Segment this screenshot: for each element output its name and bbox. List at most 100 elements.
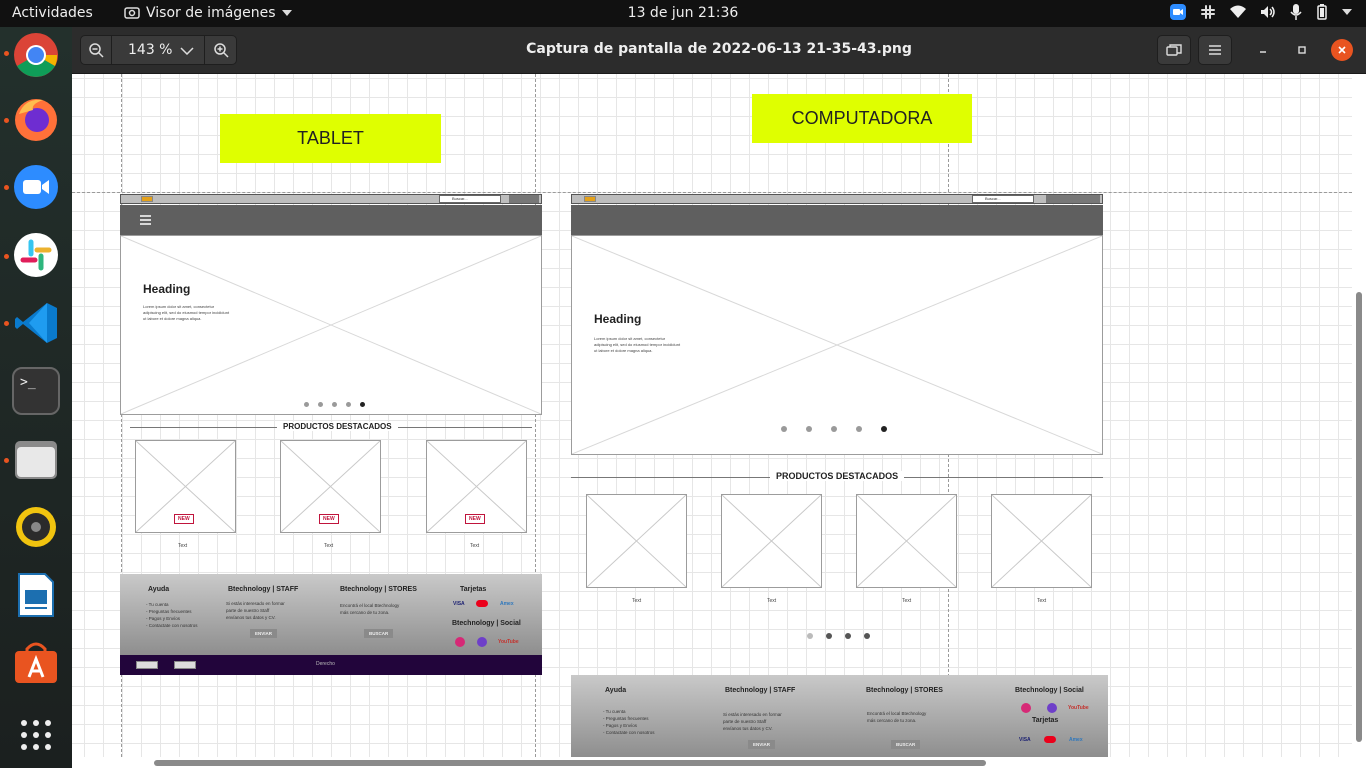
app-menu[interactable]: Visor de imágenes <box>124 5 292 21</box>
carousel-dot <box>332 402 337 407</box>
visa-icon: VISA <box>453 601 465 607</box>
placeholder-cross-icon <box>121 236 541 414</box>
footer-search-button: BUSCAR <box>364 629 394 638</box>
microphone-icon[interactable] <box>1290 4 1302 20</box>
vertical-scrollbar[interactable] <box>1352 74 1366 757</box>
facebook-icon <box>1047 703 1057 713</box>
grid-icon <box>21 720 51 750</box>
user-cart-icons <box>509 195 539 203</box>
new-badge: NEW <box>174 514 194 524</box>
horizontal-scrollbar[interactable] <box>72 757 1366 768</box>
tablet-carousel-dots <box>304 402 365 407</box>
app-menu-label: Visor de imágenes <box>146 5 276 21</box>
zoom-level: 143 % <box>128 42 173 58</box>
placeholder-cross-icon <box>992 495 1091 587</box>
carousel-dot <box>781 426 787 432</box>
image-viewer-window: 143 % Captura de pantalla de 2022-06-13 … <box>72 27 1366 768</box>
desktop-product-card <box>586 494 687 588</box>
hamburger-menu-icon <box>140 215 151 225</box>
placeholder-cross-icon <box>857 495 956 587</box>
footer-stores-text: Encontrá el local Btechnology más cercan… <box>867 711 927 723</box>
carousel-dot <box>806 426 812 432</box>
flag-selector <box>136 661 158 669</box>
carousel-dot <box>318 402 323 407</box>
footer-help-title: Ayuda <box>148 586 170 593</box>
desktop-product-card <box>991 494 1092 588</box>
battery-icon[interactable] <box>1316 4 1328 20</box>
close-button[interactable] <box>1331 39 1353 61</box>
document-icon <box>18 573 54 617</box>
youtube-icon: YouTube <box>498 639 519 645</box>
folder-icon <box>15 441 57 479</box>
zoom-level-dropdown[interactable]: 143 % <box>112 35 204 65</box>
vertical-scroll-thumb[interactable] <box>1356 292 1362 742</box>
footer-staff-title: Btechnology | STAFF <box>228 586 299 593</box>
system-tray[interactable] <box>1170 4 1352 20</box>
horizontal-scroll-thumb[interactable] <box>154 760 986 766</box>
product-text: Text <box>178 543 188 549</box>
zoom-tray-icon[interactable] <box>1170 4 1186 20</box>
footer-staff-text: Si estás interesado en formar parte de n… <box>723 712 782 731</box>
maximize-button[interactable] <box>1291 39 1313 61</box>
footer-stores-text: Encontrá el local Btechnology más cercan… <box>340 603 400 615</box>
header-bar: 143 % Captura de pantalla de 2022-06-13 … <box>72 27 1366 74</box>
slack-launcher[interactable] <box>12 231 60 279</box>
tablet-hero-placeholder: Heading Lorem ipsum dolor sit amet, cons… <box>120 235 542 415</box>
app-center-launcher[interactable] <box>12 639 60 687</box>
maximize-icon <box>1298 46 1306 54</box>
chevron-down-icon <box>180 47 194 55</box>
chevron-down-icon <box>281 10 292 16</box>
amex-icon: Amex <box>1069 737 1083 743</box>
tablet-product-card: NEW <box>280 440 381 533</box>
terminal-launcher[interactable]: >_ <box>12 367 60 415</box>
rhythmbox-launcher[interactable] <box>12 503 60 551</box>
zoom-launcher[interactable] <box>12 163 60 211</box>
footer-staff-text: Si estás interesado en formar parte de n… <box>226 601 285 620</box>
impress-launcher[interactable] <box>12 571 60 619</box>
tablet-subfooter: Derecho <box>120 655 542 675</box>
carousel-dot <box>346 402 351 407</box>
facebook-icon <box>477 637 487 647</box>
placeholder-cross-icon <box>587 495 686 587</box>
vscode-launcher[interactable] <box>12 299 60 347</box>
carousel-dot-active <box>360 402 365 407</box>
slack-tray-icon[interactable] <box>1200 4 1216 20</box>
carousel-dot <box>826 633 832 639</box>
image-viewer-icon <box>124 7 140 19</box>
zoom-in-button[interactable] <box>204 35 237 65</box>
footer-stores-title: Btechnology | STORES <box>866 687 943 694</box>
desktop-hero-heading: Heading <box>594 312 642 326</box>
clock[interactable]: 13 de jun 21:36 <box>628 5 739 21</box>
product-text: Text <box>767 598 777 604</box>
show-apps-button[interactable] <box>12 711 60 759</box>
system-menu-chevron-icon[interactable] <box>1342 9 1352 15</box>
mastercard-icon: MC <box>1044 736 1056 743</box>
main-menu-button[interactable] <box>1198 35 1232 65</box>
firefox-launcher[interactable] <box>12 95 60 143</box>
running-indicator <box>4 51 9 56</box>
flag-icon <box>584 196 596 202</box>
wifi-icon[interactable] <box>1230 5 1246 19</box>
subfooter-text: Derecho <box>316 661 335 667</box>
carousel-dot <box>856 426 862 432</box>
product-text: Text <box>632 598 642 604</box>
zoom-out-button[interactable] <box>80 35 112 65</box>
activities-button[interactable]: Actividades <box>12 5 93 21</box>
running-indicator <box>4 321 9 326</box>
shopping-bag-icon <box>15 642 57 683</box>
minimize-button[interactable] <box>1252 39 1274 61</box>
placeholder-cross-icon <box>722 495 821 587</box>
flag-icon <box>141 196 153 202</box>
visa-icon: VISA <box>1019 737 1031 743</box>
firefox-icon <box>15 99 57 141</box>
gallery-button[interactable] <box>1157 35 1191 65</box>
files-launcher[interactable] <box>12 435 60 483</box>
tablet-label: TABLET <box>220 114 441 163</box>
system-top-bar: Actividades Visor de imágenes 13 de jun … <box>0 0 1366 27</box>
footer-social-title: Btechnology | Social <box>452 620 521 627</box>
image-canvas[interactable]: TABLET COMPUTADORA Buscar... Heading Lor… <box>72 74 1352 757</box>
volume-icon[interactable] <box>1260 5 1276 19</box>
chrome-launcher[interactable] <box>12 31 60 79</box>
tablet-top-strip: Buscar... <box>120 194 542 204</box>
carousel-dot <box>831 426 837 432</box>
